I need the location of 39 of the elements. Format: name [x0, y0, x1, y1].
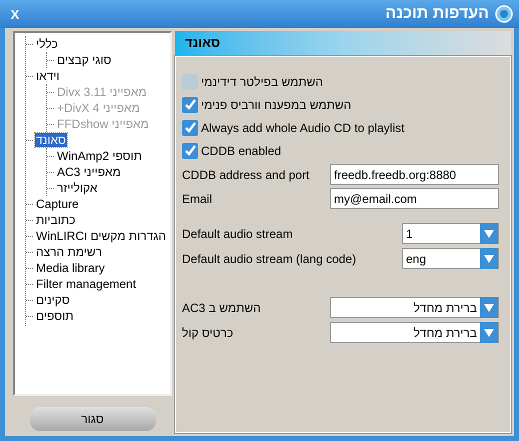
checkbox[interactable] — [182, 142, 198, 158]
app-logo-icon — [495, 5, 513, 23]
field-label: CDDB address and port — [182, 166, 310, 184]
field-label: השתמש ב AC3 — [182, 300, 261, 316]
close-button[interactable]: סגור — [30, 407, 156, 431]
checkbox[interactable] — [182, 96, 198, 112]
field-label: כרטיס קול — [182, 324, 234, 342]
tree-item[interactable]: אקולייזר — [56, 181, 98, 195]
field-label: Default audio stream — [182, 226, 293, 242]
tree-item[interactable]: Filter management — [35, 277, 138, 291]
tree-item[interactable]: תוספים — [35, 309, 74, 323]
tree-item[interactable]: Capture — [35, 197, 80, 211]
checkbox[interactable] — [182, 120, 198, 136]
input-field[interactable]: freedb.freedb.org:8880 — [330, 164, 499, 185]
input-field[interactable]: my@email.com — [330, 188, 499, 209]
tree-item[interactable]: סוגי קבצים — [56, 53, 112, 67]
checkbox-label: Always add whole Audio CD to playlist — [201, 120, 404, 136]
dropdown[interactable]: 1 — [402, 223, 499, 244]
tree-item[interactable]: סאונד — [35, 133, 67, 147]
tree-item[interactable]: מאפייני AC3 — [56, 165, 122, 179]
window-title: העדפות תוכנה — [385, 4, 489, 24]
tree-item[interactable]: Media library — [35, 261, 106, 275]
checkbox-label: השתמש במפענח וורביס פנימי — [201, 96, 352, 114]
tree-item[interactable]: רשימת הרצה — [35, 245, 104, 259]
tree-item[interactable]: תוספי WinAmp2 — [56, 149, 143, 163]
dropdown[interactable]: eng — [402, 248, 499, 269]
tree-item[interactable]: כתוביות — [35, 213, 76, 227]
dropdown[interactable]: ברירת מחדל — [330, 322, 499, 343]
checkbox-label: CDDB enabled — [201, 142, 282, 160]
panel-title: סאונד — [185, 34, 220, 52]
tree-item[interactable]: הגדרות מקשים וWinLIRC — [35, 229, 167, 243]
tree-item[interactable]: סקינים — [35, 293, 71, 307]
dropdown[interactable]: ברירת מחדל — [330, 297, 499, 318]
checkbox[interactable] — [182, 74, 198, 90]
field-label: Default audio stream (lang code) — [182, 250, 356, 268]
checkbox-label: השתמש בפילטר דידינמי — [201, 74, 323, 90]
tree-item[interactable]: כללי — [35, 37, 59, 51]
field-label: Email — [182, 190, 212, 208]
tree-item[interactable]: וידאו — [35, 69, 61, 83]
